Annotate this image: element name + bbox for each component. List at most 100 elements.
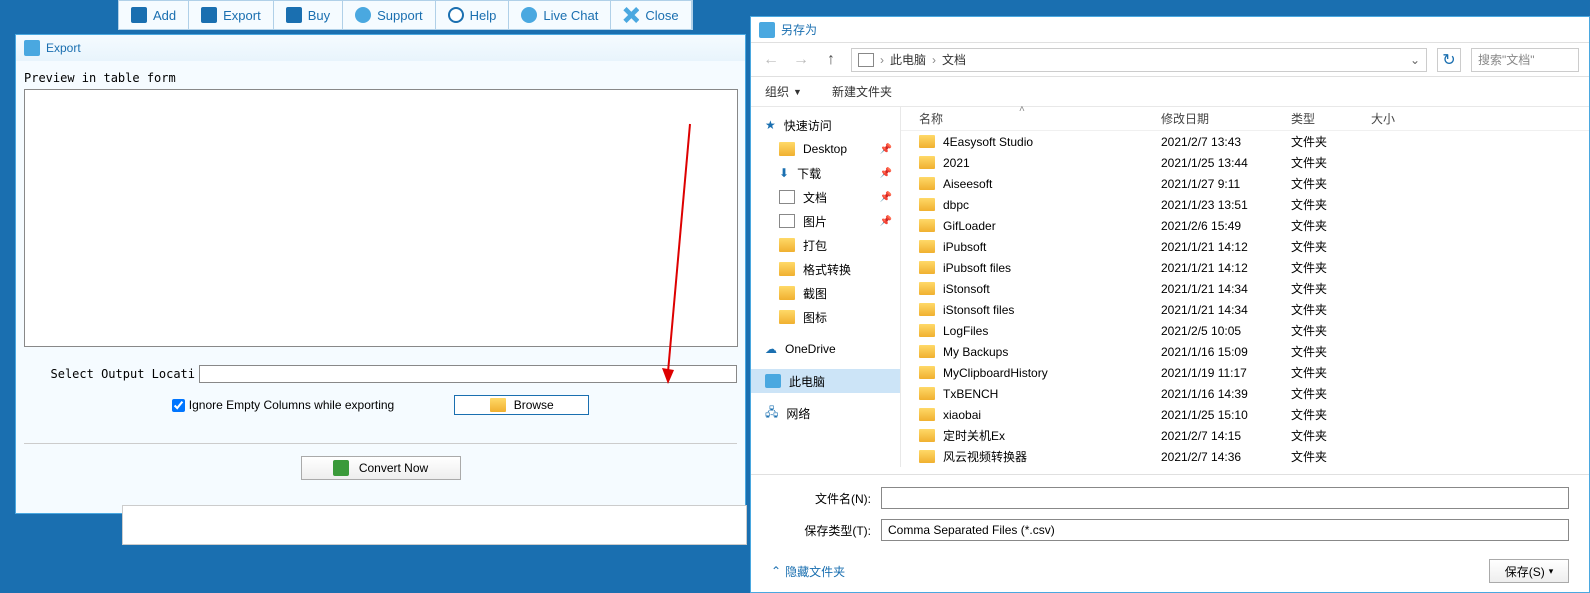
close-icon [623,7,639,23]
file-row[interactable]: 定时关机Ex2021/2/7 14:15文件夹 [901,425,1589,446]
file-row[interactable]: 4Easysoft Studio2021/2/7 13:43文件夹 [901,131,1589,152]
sidebar-quick-access[interactable]: ★快速访问 [751,113,900,137]
folder-icon [779,310,795,324]
chevron-down-icon: ▼ [793,87,802,97]
pin-icon: 📌 [880,144,892,155]
hide-folders-toggle[interactable]: ⌃ 隐藏文件夹 [771,563,845,580]
sidebar-network[interactable]: 🖧网络 [751,401,900,425]
picture-icon [779,214,795,228]
preview-label: Preview in table form [24,71,737,85]
sidebar-icons[interactable]: 图标 [751,305,900,329]
organize-menu[interactable]: 组织 ▼ [765,83,802,100]
star-icon: ★ [765,118,776,132]
help-button[interactable]: Help [436,1,510,29]
folder-icon [919,408,935,421]
sidebar-this-pc[interactable]: 此电脑 [751,369,900,393]
sidebar-onedrive[interactable]: ☁OneDrive [751,337,900,361]
network-icon: 🖧 [765,403,778,424]
folder-icon [919,261,935,274]
add-button[interactable]: Add [119,1,189,29]
folder-icon [919,450,935,463]
nav-forward-button[interactable]: → [791,50,811,70]
file-row[interactable]: Aiseesoft2021/1/27 9:11文件夹 [901,173,1589,194]
save-icon [201,7,217,23]
export-window: Export Preview in table form Select Outp… [15,34,746,514]
folder-icon [779,238,795,252]
convert-now-button[interactable]: Convert Now [301,456,461,480]
output-location-input[interactable] [199,365,737,383]
file-row[interactable]: iPubsoft files2021/1/21 14:12文件夹 [901,257,1589,278]
file-list-header: 名称˄ 修改日期 类型 大小 [901,107,1589,131]
sidebar-pack[interactable]: 打包 [751,233,900,257]
chevron-down-icon: ⌃ [771,564,781,578]
folder-icon [919,282,935,295]
close-button[interactable]: Close [611,1,691,29]
nav-back-button[interactable]: ← [761,50,781,70]
file-row[interactable]: MyClipboardHistory2021/1/19 11:17文件夹 [901,362,1589,383]
save-as-dialog: 另存为 ← → ↑ › 此电脑 › 文档 ⌄ ↻ 搜索"文档" 组织 ▼ 新建文… [750,16,1590,593]
file-row[interactable]: xiaobai2021/1/25 15:10文件夹 [901,404,1589,425]
folder-icon [779,286,795,300]
file-list: 名称˄ 修改日期 类型 大小 4Easysoft Studio2021/2/7 … [901,107,1589,467]
save-button[interactable]: 保存(S) ▾ [1489,559,1569,583]
doc-icon [779,190,795,204]
filetype-select[interactable]: Comma Separated Files (*.csv) [881,519,1569,541]
nav-up-button[interactable]: ↑ [821,50,841,70]
browse-button[interactable]: Browse [454,395,589,415]
folder-icon [919,345,935,358]
ignore-empty-checkbox[interactable]: Ignore Empty Columns while exporting [172,398,394,412]
file-row[interactable]: dbpc2021/1/23 13:51文件夹 [901,194,1589,215]
file-row[interactable]: GifLoader2021/2/6 15:49文件夹 [901,215,1589,236]
sidebar-convert[interactable]: 格式转换 [751,257,900,281]
col-name[interactable]: 名称˄ [901,110,1161,127]
file-row[interactable]: TxBENCH2021/1/16 14:39文件夹 [901,383,1589,404]
file-row[interactable]: 风云视频转换器2021/2/7 14:36文件夹 [901,446,1589,467]
col-date[interactable]: 修改日期 [1161,110,1291,127]
breadcrumb-dropdown[interactable]: ⌄ [1410,53,1420,67]
folder-icon [919,429,935,442]
sidebar-documents[interactable]: 文档📌 [751,185,900,209]
pin-icon: 📌 [880,168,892,179]
output-location-label: Select Output Locati [24,367,199,381]
new-folder-button[interactable]: 新建文件夹 [832,83,892,100]
file-row[interactable]: iStonsoft files2021/1/21 14:34文件夹 [901,299,1589,320]
cart-icon [286,7,302,23]
refresh-button[interactable]: ↻ [1437,48,1461,72]
file-row[interactable]: LogFiles2021/2/5 10:05文件夹 [901,320,1589,341]
doc-icon [858,53,874,67]
search-input[interactable]: 搜索"文档" [1471,48,1579,72]
folder-icon [919,387,935,400]
file-row[interactable]: 20212021/1/25 13:44文件夹 [901,152,1589,173]
export-window-icon [24,40,40,56]
sidebar-desktop[interactable]: Desktop📌 [751,137,900,161]
file-row[interactable]: iStonsoft2021/1/21 14:34文件夹 [901,278,1589,299]
sidebar-pictures[interactable]: 图片📌 [751,209,900,233]
folder-icon [919,198,935,211]
col-size[interactable]: 大小 [1371,110,1431,127]
folder-icon [779,262,795,276]
download-icon: ⬇ [779,166,789,180]
sidebar-screenshot[interactable]: 截图 [751,281,900,305]
help-icon [448,7,464,23]
livechat-button[interactable]: Live Chat [509,1,611,29]
main-toolbar: Add Export Buy Support Help Live Chat Cl… [118,0,693,30]
cloud-icon: ☁ [765,342,777,356]
sidebar-downloads[interactable]: ⬇下载📌 [751,161,900,185]
col-type[interactable]: 类型 [1291,110,1371,127]
support-button[interactable]: Support [343,1,436,29]
save-sidebar: ★快速访问 Desktop📌 ⬇下载📌 文档📌 图片📌 打包 格式转换 截图 图… [751,107,901,467]
folder-icon [919,366,935,379]
file-row[interactable]: My Backups2021/1/16 15:09文件夹 [901,341,1589,362]
file-row[interactable]: iPubsoft2021/1/21 14:12文件夹 [901,236,1589,257]
breadcrumb[interactable]: › 此电脑 › 文档 ⌄ [851,48,1427,72]
dropdown-icon: ▾ [1549,566,1554,577]
export-button[interactable]: Export [189,1,274,29]
save-dialog-icon [759,22,775,38]
filename-input[interactable] [881,487,1569,509]
folder-icon [919,303,935,316]
disk-icon [333,460,349,476]
add-icon [131,7,147,23]
folder-icon [919,324,935,337]
folder-icon [919,177,935,190]
buy-button[interactable]: Buy [274,1,343,29]
